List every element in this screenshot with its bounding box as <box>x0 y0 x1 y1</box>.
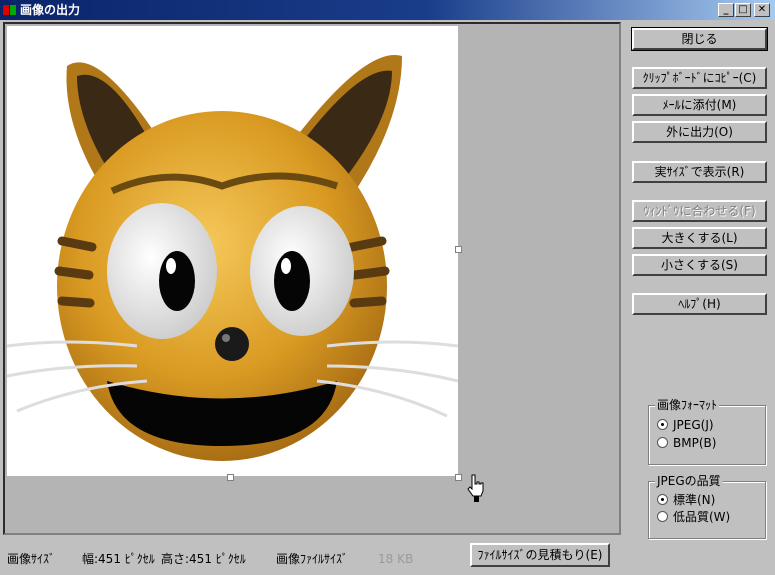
format-jpeg-radio[interactable]: JPEG(J) <box>657 417 714 433</box>
copy-to-clipboard-button[interactable]: ｸﾘｯﾌﾟﾎﾞｰﾄﾞにｺﾋﾟｰ(C) <box>632 67 767 89</box>
title-bar: 画像の出力 _ □ ✕ <box>0 0 775 20</box>
close-window-button[interactable]: ✕ <box>754 3 770 17</box>
cat-character-image <box>7 55 458 461</box>
resize-handle-bottom[interactable] <box>227 474 234 481</box>
close-button[interactable]: 閉じる <box>631 27 768 51</box>
image-canvas[interactable] <box>7 26 458 476</box>
fit-to-window-button[interactable]: ｳｨﾝﾄﾞｳに合わせる(F) <box>632 200 767 222</box>
file-size-value: 18 KB <box>378 552 414 566</box>
help-button[interactable]: ﾍﾙﾌﾟ(H) <box>632 293 767 315</box>
image-format-label: 画像ﾌｫｰﾏｯﾄ <box>655 398 720 412</box>
export-button[interactable]: 外に出力(O) <box>632 121 767 143</box>
format-bmp-radio[interactable]: BMP(B) <box>657 435 716 451</box>
quality-low-radio[interactable]: 低品質(W) <box>657 509 730 525</box>
hand-cursor-icon <box>467 474 484 502</box>
zoom-in-button[interactable]: 大きくする(L) <box>632 227 767 249</box>
quality-standard-radio[interactable]: 標準(N) <box>657 492 715 508</box>
image-width-text: 幅:451 ﾋﾟｸｾﾙ <box>82 552 155 566</box>
format-jpeg-label: JPEG(J) <box>673 418 714 432</box>
estimate-file-size-button[interactable]: ﾌｧｲﾙｻｲｽﾞの見積もり(E) <box>470 543 610 567</box>
radio-unselected-icon <box>657 437 668 448</box>
maximize-button[interactable]: □ <box>735 3 751 17</box>
minimize-button[interactable]: _ <box>718 3 734 17</box>
actual-size-button[interactable]: 実ｻｲｽﾞで表示(R) <box>632 161 767 183</box>
image-height-text: 高さ:451 ﾋﾟｸｾﾙ <box>161 552 246 566</box>
radio-selected-icon <box>657 494 668 505</box>
radio-selected-icon <box>657 419 668 430</box>
jpeg-quality-group: JPEGの品質 標準(N) 低品質(W) <box>648 474 766 539</box>
format-bmp-label: BMP(B) <box>673 436 717 450</box>
image-size-label: 画像ｻｲｽﾞ <box>7 552 56 566</box>
zoom-out-button[interactable]: 小さくする(S) <box>632 254 767 276</box>
app-icon <box>3 5 16 15</box>
image-format-group: 画像ﾌｫｰﾏｯﾄ JPEG(J) BMP(B) <box>648 398 766 465</box>
jpeg-quality-label: JPEGの品質 <box>655 474 723 488</box>
file-size-label: 画像ﾌｧｲﾙｻｲｽﾞ <box>276 552 349 566</box>
quality-standard-label: 標準(N) <box>673 493 716 507</box>
attach-to-mail-button[interactable]: ﾒｰﾙに添付(M) <box>632 94 767 116</box>
resize-handle-right[interactable] <box>455 246 462 253</box>
window-title: 画像の出力 <box>20 3 81 17</box>
quality-low-label: 低品質(W) <box>673 510 731 524</box>
radio-unselected-icon <box>657 511 668 522</box>
resize-handle-corner[interactable] <box>455 474 462 481</box>
